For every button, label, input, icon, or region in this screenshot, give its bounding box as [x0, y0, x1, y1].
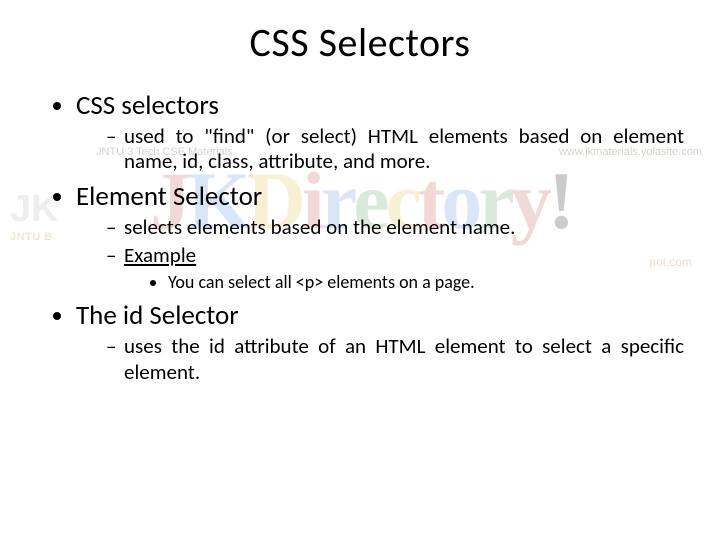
bullet-label: Element Selector [76, 180, 262, 213]
slide: CSS Selectors CSS selectors used to "fin… [0, 0, 720, 385]
sub-bullet: uses the id attribute of an HTML element… [106, 334, 684, 384]
sub-sub-bullet: You can select all <p> elements on a pag… [168, 272, 684, 294]
bullet-list: CSS selectors used to "find" (or select)… [36, 89, 684, 385]
bullet-element-selector: Element Selector selects elements based … [76, 180, 684, 293]
sub-bullet: used to "find" (or select) HTML elements… [106, 124, 684, 174]
bullet-css-selectors: CSS selectors used to "find" (or select)… [76, 89, 684, 174]
example-label: Example [124, 242, 196, 268]
bullet-label: The id Selector [76, 299, 239, 332]
sub-bullet-example: Example You can select all <p> elements … [106, 243, 684, 294]
bullet-id-selector: The id Selector uses the id attribute of… [76, 299, 684, 384]
bullet-label: CSS selectors [76, 89, 219, 122]
sub-bullet: selects elements based on the element na… [106, 215, 684, 240]
slide-title: CSS Selectors [36, 18, 684, 67]
